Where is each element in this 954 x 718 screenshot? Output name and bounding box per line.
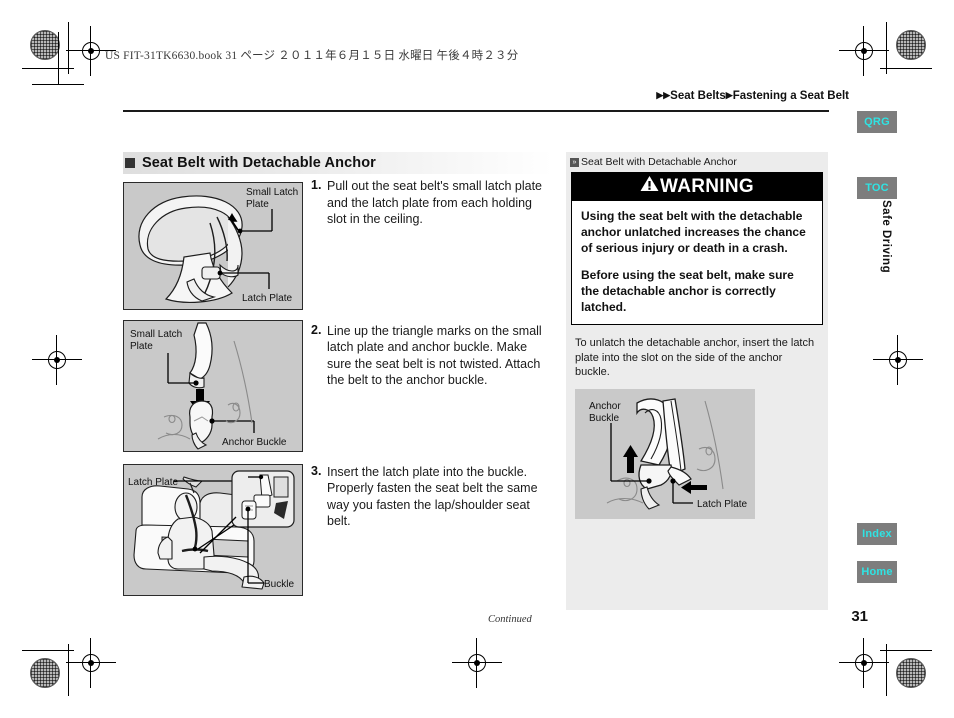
step-3-number: 3. — [311, 463, 322, 478]
manual-page: US FIT-31TK6630.book 31 ページ ２０１１年６月１５日 水… — [0, 0, 954, 718]
figure2-label-plate: Plate — [130, 341, 153, 352]
halftone-mark-bottom-left — [30, 658, 60, 688]
tab-qrg[interactable]: QRG — [857, 111, 897, 133]
registration-mark-bc — [452, 638, 502, 688]
step-3: 3. Insert the latch plate into the buckl… — [311, 464, 553, 530]
breadcrumb: ▶▶Seat Belts▶Fastening a Seat Belt — [656, 90, 849, 102]
instruction-steps: 1. Pull out the seat belt's small latch … — [311, 178, 553, 530]
figure4-label-buckle: Buckle — [589, 413, 619, 424]
figure-occupant-buckle: Latch Plate Buckle — [123, 464, 303, 596]
step-2-number: 2. — [311, 322, 322, 337]
registration-mark-br — [839, 638, 889, 688]
tab-home[interactable]: Home — [857, 561, 897, 583]
figure3-label-latch-plate: Latch Plate — [128, 477, 178, 488]
halftone-mark-top-left — [30, 30, 60, 60]
section-vertical-label: Safe Driving — [880, 200, 892, 274]
crop-line-top-left-v — [68, 22, 69, 74]
section-header: Seat Belt with Detachable Anchor — [123, 152, 553, 174]
sidebar-reference-header: » Seat Belt with Detachable Anchor — [566, 152, 828, 171]
figure4-label-anchor: Anchor — [589, 401, 621, 412]
warning-title: WARNING — [660, 175, 754, 197]
crop-line-top-right-v — [886, 22, 887, 74]
sidebar-reference-title: Seat Belt with Detachable Anchor — [581, 156, 737, 168]
page-number: 31 — [851, 608, 868, 625]
reference-marker-icon: » — [570, 157, 579, 167]
step-1: 1. Pull out the seat belt's small latch … — [311, 178, 553, 228]
sidebar-note: To unlatch the detachable anchor, insert… — [575, 337, 815, 378]
crop-line-bot-right-v — [886, 644, 887, 696]
registration-mark-bl — [66, 638, 116, 688]
breadcrumb-triangle-icon-3: ▶ — [725, 90, 733, 100]
step-2-text: Line up the triangle marks on the small … — [327, 323, 542, 388]
figure1-label-plate: Plate — [246, 199, 269, 210]
halftone-mark-top-right — [896, 30, 926, 60]
page-title: Seat Belt with Detachable Anchor — [142, 155, 376, 171]
right-sidebar-panel: » Seat Belt with Detachable Anchor WARNI… — [566, 152, 828, 610]
header-divider — [123, 110, 829, 112]
warning-triangle-icon — [640, 175, 659, 198]
figure2-label-small-latch: Small Latch — [130, 329, 182, 340]
section-square-icon — [125, 158, 135, 168]
figure1-label-latch-plate: Latch Plate — [242, 293, 292, 304]
warning-box: WARNING Using the seat belt with the det… — [571, 172, 823, 325]
continued-label: Continued — [488, 614, 532, 625]
crop-line-bot-left-v — [68, 644, 69, 696]
figure1-label-small-latch: Small Latch — [246, 187, 298, 198]
warning-header: WARNING — [572, 173, 822, 201]
left-column: Seat Belt with Detachable Anchor Small L… — [123, 152, 553, 625]
warning-body: Using the seat belt with the detachable … — [572, 201, 822, 324]
registration-mark-tr — [839, 26, 889, 76]
figure-anchor-buckle-attach: Small Latch Plate Anchor Buckle — [123, 320, 303, 452]
warning-paragraph-1: Using the seat belt with the detachable … — [581, 209, 806, 255]
crop-line-top-right-h — [880, 68, 932, 69]
figure-ceiling-latch-plates: Small Latch Plate Latch Plate — [123, 182, 303, 310]
crop-line-bot-right-h — [880, 650, 932, 651]
tab-index[interactable]: Index — [857, 523, 897, 545]
registration-mark-ml — [32, 335, 82, 385]
figure3-label-buckle: Buckle — [264, 579, 294, 590]
crop-line-top-left-h — [22, 68, 74, 69]
file-timestamp: US FIT-31TK6630.book 31 ページ ２０１１年６月１５日 水… — [105, 50, 519, 62]
crop-line-bot-left-h — [22, 650, 74, 651]
breadcrumb-item-seat-belts[interactable]: Seat Belts — [670, 90, 726, 102]
step-3-text: Insert the latch plate into the buckle. … — [327, 464, 538, 529]
tab-toc[interactable]: TOC — [857, 177, 897, 199]
figure4-label-latch-plate: Latch Plate — [697, 499, 747, 510]
step-1-number: 1. — [311, 178, 322, 192]
halftone-mark-bottom-right — [896, 658, 926, 688]
registration-mark-mr — [873, 335, 923, 385]
crop-line-top-left2-v — [58, 32, 59, 84]
figure-unlatch-anchor: Anchor Buckle Latch Plate — [575, 388, 755, 519]
step-2: 2. Line up the triangle marks on the sma… — [311, 323, 553, 389]
figure2-label-anchor-buckle: Anchor Buckle — [222, 437, 287, 448]
breadcrumb-item-fastening[interactable]: Fastening a Seat Belt — [733, 90, 849, 102]
crop-line-top-left2-h — [32, 84, 84, 85]
figure3-inset-detail — [231, 470, 295, 528]
registration-mark-tl — [66, 26, 116, 76]
step-1-text: Pull out the seat belt's small latch pla… — [327, 179, 543, 226]
warning-paragraph-2: Before using the seat belt, make sure th… — [581, 268, 794, 314]
